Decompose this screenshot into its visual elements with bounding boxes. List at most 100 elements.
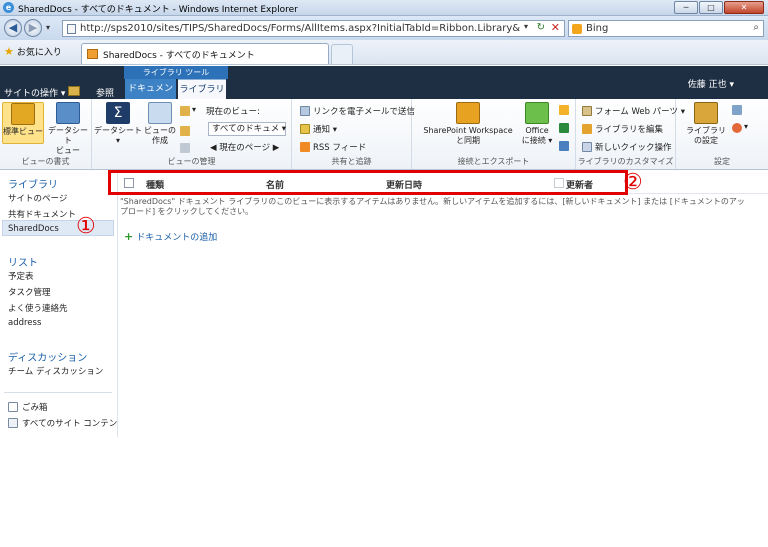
rss-feed-button[interactable]: RSS フィード — [300, 141, 366, 153]
datasheet-button[interactable]: Σ データシート ▾ — [94, 102, 142, 146]
group-manage-views: Σ データシート ▾ ビューの 作成 ▾ 現在のビュー: すべてのドキュメ ▾ … — [92, 99, 292, 169]
current-view-select[interactable]: すべてのドキュメ ▾ — [208, 122, 286, 136]
form-web-parts-label: フォーム Web パーツ ▾ — [595, 107, 685, 117]
nav-item-site-pages[interactable]: サイトのページ — [8, 192, 67, 204]
current-page-pager[interactable]: ◀ 現在のページ ▶ — [210, 141, 279, 153]
group-connect-export: SharePoint Workspace と同期 Office に接続 ▾ 接続… — [412, 99, 576, 169]
annotation-marker-1: ① — [76, 214, 96, 239]
search-field[interactable]: Bing ⌕ — [568, 20, 764, 37]
office-connect-label: Office に接続 ▾ — [521, 126, 553, 145]
form-web-parts-icon — [582, 106, 592, 116]
quick-launch: ライブラリ サイトのページ 共有ドキュメント SharedDocs リスト 予定… — [0, 170, 126, 437]
close-button[interactable]: ✕ — [724, 1, 764, 14]
refresh-icon[interactable]: ↻ — [537, 22, 545, 33]
nav-item-contacts[interactable]: よく使う連絡先 — [8, 302, 68, 314]
excel-icon[interactable] — [559, 123, 569, 133]
new-quick-step-label: 新しいクイック操作 — [595, 143, 672, 153]
user-menu[interactable]: 佐藤 正也 ▾ — [688, 77, 734, 90]
alert-label: 通知 ▾ — [313, 125, 337, 135]
modify-view-icon[interactable] — [180, 106, 190, 116]
group-label-customize: ライブラリのカスタマイズ — [577, 157, 674, 166]
new-quick-step-button[interactable]: 新しいクイック操作 — [582, 141, 672, 153]
navigate-up-small-icon[interactable] — [180, 143, 190, 153]
sharepoint-header: ライブラリ ツール サイトの操作 ▾ 参照 ドキュメント ライブラリ 佐藤 正也… — [0, 66, 768, 114]
browser-tab[interactable]: SharedDocs - すべてのドキュメント — [81, 43, 329, 64]
maximize-button[interactable]: □ — [699, 1, 723, 14]
history-dropdown-icon[interactable]: ▾ — [46, 23, 50, 32]
group-customize-library: フォーム Web パーツ ▾ ライブラリを編集 新しいクイック操作 ライブラリの… — [576, 99, 685, 169]
nav-item-address[interactable]: address — [8, 318, 41, 328]
add-plus-icon: + — [124, 230, 134, 243]
datasheet-dropdown-icon: ▾ — [115, 136, 120, 145]
new-quick-step-icon — [582, 142, 592, 152]
site-actions-menu[interactable]: サイトの操作 ▾ — [4, 86, 65, 99]
ie-logo-icon: e — [3, 2, 14, 13]
modify-view-dropdown-icon[interactable]: ▾ — [192, 105, 196, 114]
standard-view-button[interactable]: 標準ビュー — [2, 102, 44, 144]
email-link-label: リンクを電子メールで送信 — [313, 107, 416, 117]
nav-item-all-site-content[interactable]: すべてのサイト コンテンツ — [8, 417, 126, 429]
library-permissions-icon[interactable] — [732, 105, 742, 115]
back-button[interactable]: ◀ — [4, 19, 22, 37]
edit-library-button[interactable]: ライブラリを編集 — [582, 123, 663, 135]
create-column-icon[interactable] — [180, 126, 190, 136]
workflow-dropdown-icon[interactable]: ▾ — [744, 122, 748, 131]
edit-library-icon — [582, 124, 592, 134]
standard-view-icon — [11, 103, 35, 125]
new-tab-button[interactable] — [331, 44, 353, 64]
nav-divider — [4, 392, 112, 393]
nav-item-recycle-bin[interactable]: ごみ箱 — [8, 401, 48, 413]
recycle-bin-icon — [8, 402, 18, 412]
open-explorer-icon[interactable] — [559, 141, 569, 151]
nav-item-shareddocs[interactable]: SharedDocs — [8, 224, 59, 234]
nav-item-team-discussion[interactable]: チーム ディスカッション — [8, 365, 103, 377]
email-link-button[interactable]: リンクを電子メールで送信 — [300, 105, 415, 117]
workflow-settings-icon[interactable] — [732, 123, 742, 133]
alert-me-button[interactable]: 通知 ▾ — [300, 123, 337, 135]
navigate-up-icon[interactable] — [68, 86, 80, 96]
favorites-button[interactable]: ★ お気に入り — [4, 45, 62, 58]
stop-icon[interactable]: ✕ — [551, 21, 560, 34]
main-content: 種類 名前 更新日時 更新者 "SharedDocs" ドキュメント ライブラリ… — [118, 170, 768, 547]
datasheet-view-button[interactable]: データシート ビュー — [46, 102, 90, 156]
library-settings-icon — [694, 102, 718, 124]
tab-documents[interactable]: ドキュメント — [125, 79, 176, 114]
sync-workspace-button[interactable]: SharePoint Workspace と同期 — [416, 102, 520, 146]
add-document-link[interactable]: + ドキュメントの追加 — [124, 230, 217, 243]
url-text[interactable]: http://sps2010/sites/TIPS/SharedDocs/For… — [80, 23, 520, 34]
standard-view-label: 標準ビュー — [3, 127, 43, 136]
discussions-heading[interactable]: ディスカッション — [8, 349, 87, 364]
nav-item-calendar[interactable]: 予定表 — [8, 270, 34, 282]
browse-tab[interactable]: 参照 — [96, 86, 114, 99]
search-icon[interactable]: ⌕ — [753, 22, 759, 33]
bell-icon — [300, 124, 310, 134]
outlook-icon[interactable] — [559, 105, 569, 115]
libraries-heading[interactable]: ライブラリ — [8, 176, 58, 191]
all-site-content-label: すべてのサイト コンテンツ — [22, 419, 126, 429]
office-connect-button[interactable]: Office に接続 ▾ — [520, 102, 554, 146]
group-label-settings: 設定 — [714, 157, 730, 166]
tab-library[interactable]: ライブラリ — [178, 79, 226, 99]
create-view-label: ビューの 作成 — [144, 126, 176, 145]
window-titlebar: e SharedDocs - すべてのドキュメント - Windows Inte… — [0, 0, 768, 16]
forward-button[interactable]: ▶ — [24, 19, 42, 37]
search-engine-label: Bing — [586, 23, 609, 34]
group-view-format: 標準ビュー データシート ビュー ビューの書式 — [0, 99, 92, 169]
minimize-button[interactable]: ─ — [674, 1, 698, 14]
favorites-bar: ★ お気に入り SharedDocs - すべてのドキュメント — [0, 40, 768, 65]
empty-view-message: "SharedDocs" ドキュメント ライブラリのこのビューに表示するアイテム… — [120, 197, 745, 216]
nav-item-shared-documents[interactable]: 共有ドキュメント — [8, 208, 76, 220]
recycle-bin-label: ごみ箱 — [22, 403, 48, 413]
group-label-view-format: ビューの書式 — [21, 157, 70, 166]
create-view-button[interactable]: ビューの 作成 — [144, 102, 176, 146]
tab-title: SharedDocs - すべてのドキュメント — [103, 51, 255, 61]
address-field[interactable]: http://sps2010/sites/TIPS/SharedDocs/For… — [62, 20, 565, 37]
rss-label: RSS フィード — [313, 143, 367, 153]
email-link-icon — [300, 106, 310, 116]
library-settings-button[interactable]: ライブラリ の設定 — [684, 102, 728, 146]
all-site-content-icon — [8, 418, 18, 428]
address-dropdown-icon[interactable]: ▾ — [524, 22, 528, 31]
form-web-parts-button[interactable]: フォーム Web パーツ ▾ — [582, 105, 685, 117]
lists-heading[interactable]: リスト — [8, 254, 38, 269]
nav-item-tasks[interactable]: タスク管理 — [8, 286, 51, 298]
